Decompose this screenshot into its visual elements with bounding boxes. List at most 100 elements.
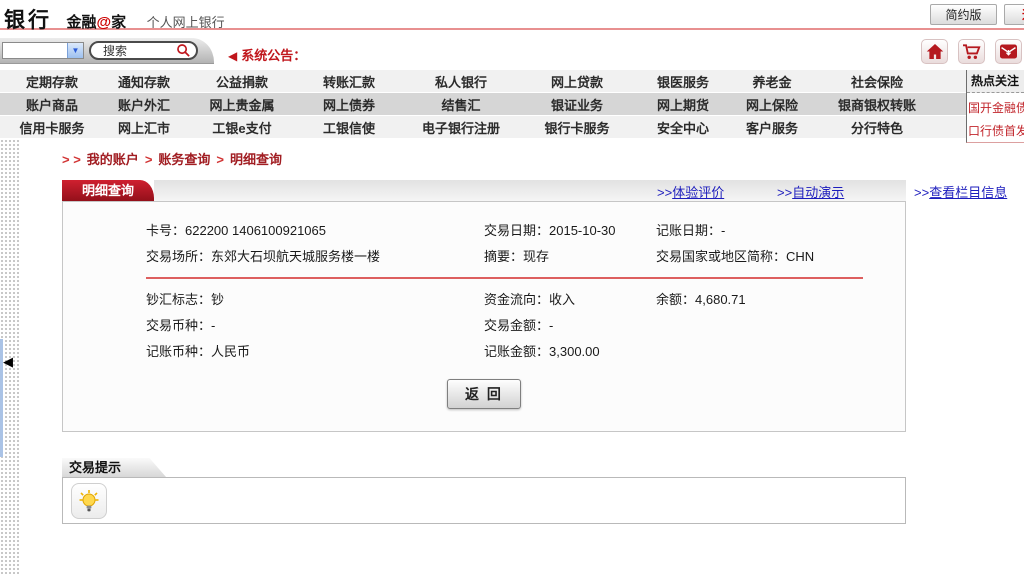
- simple-version-button[interactable]: 简约版: [930, 4, 997, 25]
- collapse-arrow-icon[interactable]: ◀: [3, 355, 13, 369]
- field-label: 交易币种：: [146, 318, 212, 333]
- field-label: 摘要：: [484, 249, 524, 264]
- field-label: 交易日期：: [484, 223, 550, 238]
- nav-item-time-deposit[interactable]: 定期存款: [4, 72, 100, 91]
- field-label: 记账金额：: [484, 344, 550, 359]
- link-label: 体验评价: [672, 185, 725, 200]
- search-select-value: [3, 43, 67, 58]
- nav-item-transfer-remit[interactable]: 转账汇款: [296, 72, 402, 91]
- tips-panel: [62, 477, 906, 524]
- nav-item-precious-metal[interactable]: 网上贵金属: [188, 95, 296, 114]
- hot-topics-panel: 热点关注 国开金融债 口行债首发: [966, 70, 1024, 143]
- auto-demo-link[interactable]: >>自动演示: [777, 182, 844, 201]
- search-input[interactable]: 搜索: [89, 41, 198, 60]
- speaker-icon: ◀: [228, 49, 238, 63]
- field-transaction-date: 交易日期：2015-10-30: [484, 218, 656, 244]
- quick-icons: [921, 39, 1022, 64]
- nav-item-bank-merchant-transfer[interactable]: 银商银权转账: [812, 95, 942, 114]
- nav-item-pension[interactable]: 养老金: [732, 72, 812, 91]
- brand-slogan: 金融@家: [66, 14, 126, 31]
- nav-item-bank-securities[interactable]: 银证业务: [520, 95, 634, 114]
- logout-button[interactable]: 退出: [1004, 4, 1024, 25]
- nav-item-online-insurance[interactable]: 网上保险: [732, 95, 812, 114]
- link-label: 查看栏目信息: [929, 185, 1008, 200]
- link-prefix: >>: [657, 185, 673, 200]
- field-value: 收入: [549, 292, 576, 307]
- field-value: 4,680.71: [695, 292, 746, 307]
- chevron-down-icon[interactable]: ▼: [67, 43, 83, 58]
- hot-topic-link-cdb-bond[interactable]: 国开金融债: [967, 93, 1024, 116]
- detail-row: 记账币种：人民币 记账金额：3,300.00: [63, 339, 905, 365]
- nav-item-online-bond[interactable]: 网上债券: [296, 95, 402, 114]
- mail-icon[interactable]: [995, 39, 1022, 64]
- nav-item-customer-service[interactable]: 客户服务: [732, 118, 812, 137]
- field-booking-date: 记账日期：-: [656, 218, 905, 244]
- cart-icon[interactable]: [958, 39, 985, 64]
- breadcrumb: > > 我的账户 > 账务查询 > 明细查询: [62, 149, 282, 168]
- hot-topic-link-exim-bond[interactable]: 口行债首发: [967, 116, 1024, 139]
- nav-item-social-insurance[interactable]: 社会保险: [812, 72, 942, 91]
- home-icon[interactable]: [921, 39, 948, 64]
- search-placeholder: 搜索: [103, 44, 128, 58]
- top-bar: 银行 金融@家 个人网上银行 简约版 退出: [0, 0, 1024, 32]
- breadcrumb-account-inquiry[interactable]: 账务查询: [158, 152, 210, 167]
- toolbar: ▼ 搜索 ◀ 系统公告：: [0, 32, 1024, 70]
- experience-rating-link[interactable]: >>体验评价: [657, 182, 724, 201]
- breadcrumb-detail-inquiry[interactable]: 明细查询: [230, 152, 282, 167]
- breadcrumb-separator: >: [144, 152, 153, 167]
- product-title: 个人网上银行: [146, 15, 225, 30]
- nav-item-account-commodity[interactable]: 账户商品: [4, 95, 100, 114]
- nav-item-charity-donation[interactable]: 公益捐款: [188, 72, 296, 91]
- nav-item-icbc-epay[interactable]: 工银e支付: [188, 118, 296, 137]
- brand-slogan-left: 金融: [66, 14, 97, 31]
- nav-item-private-banking[interactable]: 私人银行: [402, 72, 520, 91]
- field-label: 交易场所：: [146, 249, 212, 264]
- nav-item-account-forex[interactable]: 账户外汇: [100, 95, 188, 114]
- breadcrumb-separator: >: [216, 152, 225, 167]
- search-icon[interactable]: [176, 43, 191, 58]
- nav-item-credit-card[interactable]: 信用卡服务: [4, 118, 100, 137]
- view-column-info-link[interactable]: >>查看栏目信息: [914, 182, 1007, 201]
- brand-bank-text: 银行: [4, 9, 52, 32]
- field-value: -: [721, 223, 726, 238]
- field-label: 交易国家或地区简称：: [656, 249, 787, 264]
- field-fund-flow: 资金流向：收入: [484, 287, 656, 313]
- field-label: 钞汇标志：: [146, 292, 212, 307]
- red-divider: [146, 277, 863, 279]
- detail-row: 交易场所：东郊大石坝航天城服务楼一楼 摘要：现存 交易国家或地区简称：CHN: [63, 244, 905, 270]
- detail-row: 交易币种：- 交易金额：-: [63, 313, 905, 339]
- tips-tab: 交易提示: [62, 458, 166, 477]
- breadcrumb-my-accounts[interactable]: 我的账户: [87, 152, 139, 167]
- nav-item-security-center[interactable]: 安全中心: [634, 118, 732, 137]
- nav-item-notice-deposit[interactable]: 通知存款: [100, 72, 188, 91]
- field-value: CHN: [786, 249, 815, 264]
- search-bar: ▼ 搜索: [0, 38, 214, 64]
- brand: 银行 金融@家 个人网上银行: [4, 4, 225, 34]
- system-announcement: ◀ 系统公告：: [228, 45, 306, 64]
- nav-row-3: 信用卡服务 网上汇市 工银e支付 工银信使 电子银行注册 银行卡服务 安全中心 …: [0, 116, 966, 138]
- search-category-select[interactable]: ▼: [2, 42, 84, 59]
- hot-topics-title: 热点关注: [967, 70, 1024, 93]
- nav-item-ebank-register[interactable]: 电子银行注册: [402, 118, 520, 137]
- detail-panel-header-bar: >>体验评价 >>自动演示 >>查看栏目信息: [154, 180, 1007, 201]
- nav-item-bankcard-service[interactable]: 银行卡服务: [520, 118, 634, 137]
- field-value: 622200 1406100921065: [185, 223, 326, 238]
- nav-item-forex-market[interactable]: 网上汇市: [100, 118, 188, 137]
- field-label: 交易金额：: [484, 318, 550, 333]
- field-value: 3,300.00: [549, 344, 600, 359]
- nav-item-forex-settlement[interactable]: 结售汇: [402, 95, 520, 114]
- field-label: 记账日期：: [656, 223, 722, 238]
- nav-item-medical-service[interactable]: 银医服务: [634, 72, 732, 91]
- back-button[interactable]: 返 回: [447, 379, 521, 409]
- nav-row-1: 定期存款 通知存款 公益捐款 转账汇款 私人银行 网上贷款 银医服务 养老金 社…: [0, 70, 966, 92]
- link-label: 自动演示: [792, 185, 845, 200]
- field-cash-remit-flag: 钞汇标志：钞: [146, 287, 484, 313]
- field-booking-currency: 记账币种：人民币: [146, 339, 484, 365]
- field-transaction-amount: 交易金额：-: [484, 313, 656, 339]
- nav-item-online-loan[interactable]: 网上贷款: [520, 72, 634, 91]
- nav-item-online-futures[interactable]: 网上期货: [634, 95, 732, 114]
- field-value: 人民币: [211, 344, 251, 359]
- nav-item-branch-features[interactable]: 分行特色: [812, 118, 942, 137]
- nav-item-icbc-messenger[interactable]: 工银信使: [296, 118, 402, 137]
- field-label: 余额：: [656, 292, 696, 307]
